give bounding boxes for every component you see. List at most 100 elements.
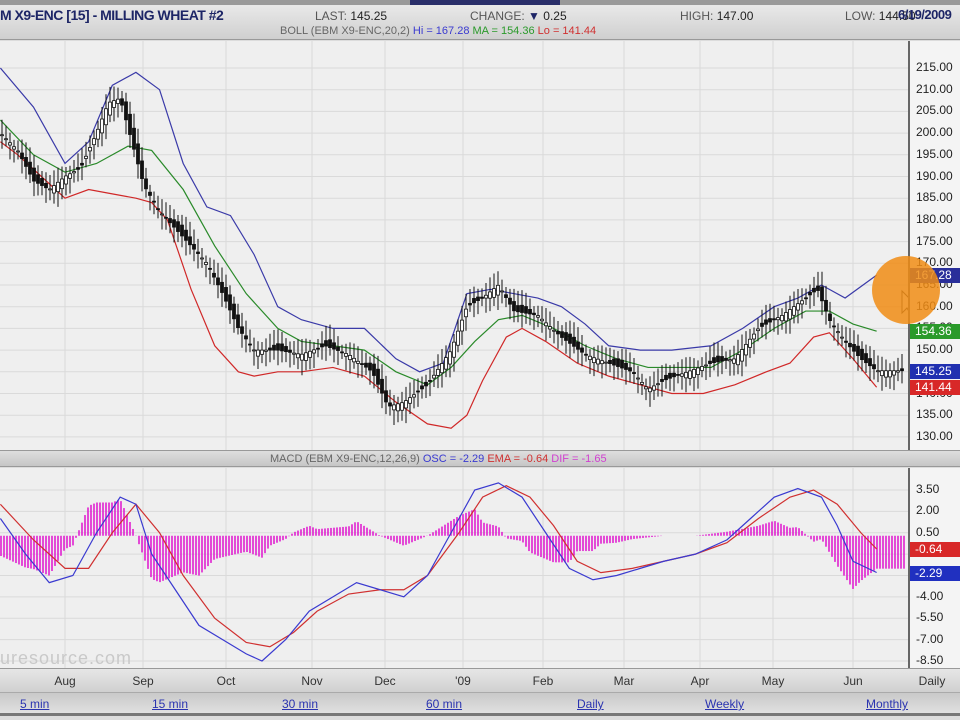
price-candle [320, 343, 324, 348]
price-candle [76, 167, 80, 170]
price-candle [36, 174, 40, 184]
macd-tick-label: 3.50 [916, 482, 940, 496]
high-value: 147.00 [716, 9, 754, 23]
price-candle [120, 98, 124, 106]
interval-link-weekly[interactable]: Weekly [705, 697, 744, 711]
price-candle [476, 296, 480, 301]
price-candle [436, 368, 440, 376]
price-tag-lo: 141.44 [910, 380, 960, 396]
price-candle [752, 333, 756, 340]
price-candle [212, 272, 216, 278]
interval-link-5-min[interactable]: 5 min [20, 697, 49, 711]
price-candle [296, 353, 300, 359]
price-tick-label: 215.00 [916, 60, 953, 74]
price-candle [532, 312, 536, 316]
price-candle [700, 366, 704, 371]
price-candle [888, 370, 892, 378]
price-candle [240, 326, 244, 334]
price-candle [548, 326, 552, 330]
price-candle [732, 358, 736, 364]
price-candle [224, 287, 228, 302]
price-candle [760, 322, 764, 327]
price-candle [420, 385, 424, 390]
price-candle [384, 390, 388, 403]
month-label: Dec [374, 674, 396, 688]
interval-link-30-min[interactable]: 30 min [282, 697, 318, 711]
price-candle [88, 147, 92, 152]
price-candle [432, 374, 436, 379]
price-candle [780, 315, 784, 322]
month-label: Oct [216, 674, 236, 688]
interval-link-60-min[interactable]: 60 min [426, 697, 462, 711]
price-tick-label: 195.00 [916, 146, 953, 161]
price-candle [8, 142, 12, 146]
macd-tag-osc: -2.29 [910, 565, 960, 581]
price-candle [708, 360, 712, 364]
price-candle [576, 341, 580, 350]
price-candle [528, 308, 532, 315]
interval-link-15-min[interactable]: 15 min [152, 697, 188, 711]
price-tag-last: 145.25 [910, 363, 960, 379]
price-candle [772, 318, 776, 321]
price-candle [288, 349, 292, 353]
price-candle [300, 353, 304, 361]
price-candle [372, 363, 376, 376]
price-candle [280, 343, 284, 352]
price-candle [852, 344, 856, 352]
macd-axis: 3.50 2.00 0.50 -4.00 -5.50 -7.00 -8.50 -0.64 -2.… [908, 468, 960, 668]
interval-links: 5 min 15 min 30 min 60 min Daily Weekly Monthl… [0, 692, 960, 716]
interval-link-daily[interactable]: Daily [577, 697, 604, 711]
instrument-title: M X9-ENC [15] - MILLING WHEAT #2 [0, 7, 224, 23]
price-candle [756, 328, 760, 332]
cursor-highlight [872, 256, 940, 324]
price-chart[interactable] [0, 41, 908, 450]
price-candle [344, 353, 348, 357]
price-candle [516, 305, 520, 313]
price-candle [672, 372, 676, 378]
price-candle [776, 317, 780, 321]
price-candle [164, 216, 168, 219]
change-value: 0.25 [543, 9, 567, 23]
price-candle [872, 364, 876, 370]
price-candle [316, 347, 320, 350]
price-candle [0, 134, 4, 137]
price-candle [408, 397, 412, 404]
price-candle [256, 349, 260, 357]
price-candle [388, 402, 392, 407]
price-candle [636, 377, 640, 380]
price-candle [252, 349, 256, 352]
price-candle [868, 358, 872, 367]
price-candle [844, 340, 848, 343]
interval-link-monthly[interactable]: Monthly [866, 697, 908, 711]
price-candle [220, 281, 224, 293]
price-candle [448, 351, 452, 365]
price-candle [816, 285, 820, 291]
price-candle [644, 386, 648, 390]
price-candle [768, 318, 772, 323]
price-tick-label: 180.00 [916, 211, 953, 226]
macd-chart-svg [0, 468, 908, 668]
price-candle [492, 288, 496, 298]
price-candle [860, 348, 864, 361]
macd-chart[interactable] [0, 468, 908, 668]
price-candle [64, 175, 68, 185]
price-tick-label: 190.00 [916, 168, 953, 183]
price-chart-svg [0, 41, 908, 450]
price-candle [788, 309, 792, 320]
price-candle [624, 362, 628, 370]
price-tick-label: 185.00 [916, 190, 953, 205]
price-candle [664, 374, 668, 381]
price-candle [12, 146, 16, 150]
price-candle [312, 349, 316, 354]
quote-date: 6/19/2009 [898, 7, 952, 22]
price-candle [524, 306, 528, 314]
month-label: Mar [613, 674, 635, 688]
price-candle [728, 359, 732, 362]
price-candle [584, 353, 588, 356]
price-candle [572, 336, 576, 347]
price-candle [676, 374, 680, 376]
price-candle [176, 221, 180, 232]
price-candle [680, 373, 684, 377]
price-candle [648, 387, 652, 393]
price-tick-label: 130.00 [916, 428, 953, 443]
